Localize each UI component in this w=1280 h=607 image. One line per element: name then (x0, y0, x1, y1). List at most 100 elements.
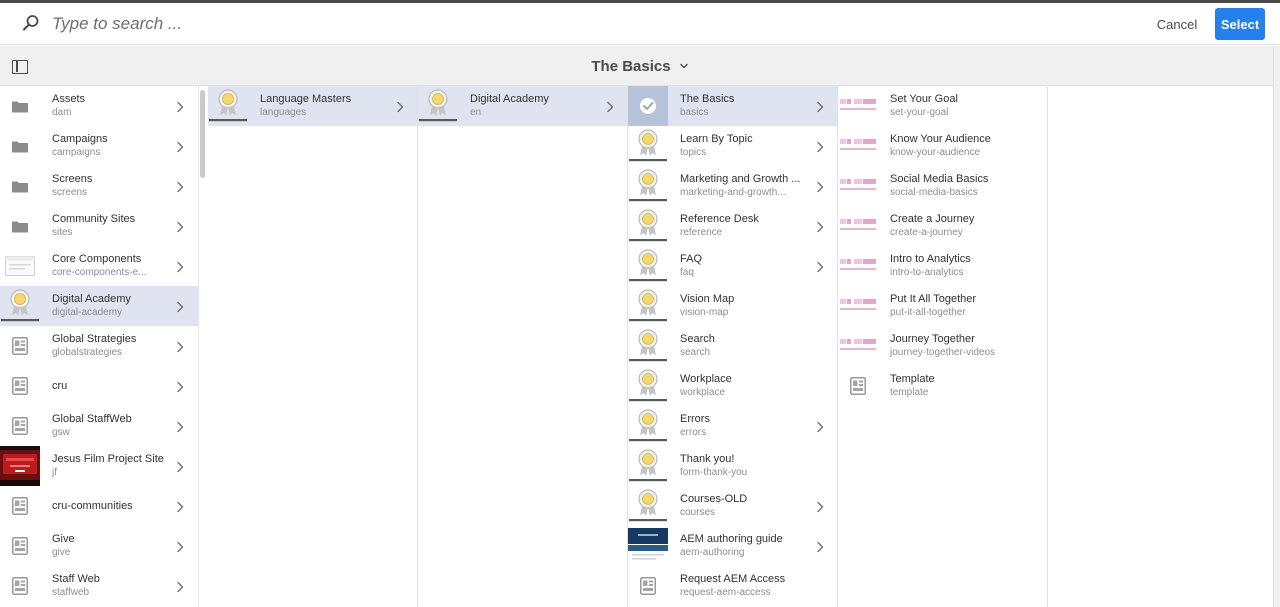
item-subtitle: search (680, 347, 711, 358)
item-title: Errors (680, 413, 710, 425)
column-item-request-aem-access[interactable]: Request AEM Access request-aem-access (628, 566, 837, 606)
chevron-right-icon[interactable] (176, 420, 184, 433)
column-item-cru-communities[interactable]: cru-communities (0, 486, 198, 526)
digital-academy-badge-icon (628, 446, 668, 486)
chevron-right-icon[interactable] (176, 300, 184, 313)
item-subtitle: form-thank-you (680, 467, 748, 478)
column-item-social-media-basics[interactable]: Social Media Basics social-media-basics (838, 166, 1047, 206)
column-item-courses-old[interactable]: Courses-OLD courses (628, 486, 837, 526)
column-item-jesus-film-project-site[interactable]: Jesus Film Project Site jf (0, 446, 198, 486)
item-subtitle: give (52, 547, 71, 558)
chevron-right-icon[interactable] (176, 100, 184, 113)
column-item-create-a-journey[interactable]: Create a Journey create-a-journey (838, 206, 1047, 246)
column-item-marketing-and-growth[interactable]: Marketing and Growth ... marketing-and-gr… (628, 166, 837, 206)
search-icon (23, 15, 39, 31)
search-input[interactable] (52, 11, 652, 37)
digital-academy-badge-icon (628, 206, 668, 246)
chevron-right-icon[interactable] (816, 220, 824, 233)
column-item-template[interactable]: Template template (838, 366, 1047, 406)
column-item-give[interactable]: Give give (0, 526, 198, 566)
scrollbar-thumb[interactable] (200, 90, 205, 178)
item-title: Thank you! (680, 453, 735, 465)
chevron-down-icon[interactable] (679, 61, 689, 71)
column-root: Assets dam Campaigns campaigns Screens screen… (0, 86, 198, 607)
column-item-aem-authoring-guide[interactable]: AEM authoring guide aem-authoring (628, 526, 837, 566)
digital-academy-badge-icon (628, 126, 668, 166)
chevron-right-icon[interactable] (176, 340, 184, 353)
item-subtitle: faq (680, 267, 694, 278)
chevron-right-icon[interactable] (176, 260, 184, 273)
column-item-community-sites[interactable]: Community Sites sites (0, 206, 198, 246)
item-title: Assets (52, 93, 86, 105)
chevron-right-icon[interactable] (606, 100, 614, 113)
column-item-intro-to-analytics[interactable]: Intro to Analytics intro-to-analytics (838, 246, 1047, 286)
chevron-right-icon[interactable] (176, 540, 184, 553)
column-item-digital-academy[interactable]: Digital Academy en (418, 86, 627, 126)
item-title: Jesus Film Project Site (52, 453, 164, 465)
column-item-screens[interactable]: Screens screens (0, 166, 198, 206)
folder-icon (0, 206, 40, 246)
column-item-errors[interactable]: Errors errors (628, 406, 837, 446)
digital-academy-badge-icon (628, 366, 668, 406)
page-icon (0, 366, 40, 406)
column-item-core-components[interactable]: Core Components core-components-e... (0, 246, 198, 286)
cancel-button[interactable]: Cancel (1150, 12, 1204, 36)
chevron-right-icon[interactable] (816, 500, 824, 513)
item-title: Set Your Goal (890, 93, 958, 105)
column-item-search[interactable]: Search search (628, 326, 837, 366)
column-item-staff-web[interactable]: Staff Web staffweb (0, 566, 198, 606)
chevron-right-icon[interactable] (176, 180, 184, 193)
column-item-know-your-audience[interactable]: Know Your Audience know-your-audience (838, 126, 1047, 166)
column-item-global-staffweb[interactable]: Global StaffWeb gsw (0, 406, 198, 446)
column-item-workplace[interactable]: Workplace workplace (628, 366, 837, 406)
chevron-right-icon[interactable] (176, 380, 184, 393)
item-title: Staff Web (52, 573, 100, 585)
chevron-right-icon[interactable] (176, 460, 184, 473)
column-item-learn-by-topic[interactable]: Learn By Topic topics (628, 126, 837, 166)
column-digital-academy: Language Masters languages (208, 86, 418, 607)
page-title[interactable]: The Basics (591, 58, 670, 75)
item-title: Request AEM Access (680, 573, 786, 585)
chevron-right-icon[interactable] (816, 100, 824, 113)
chevron-right-icon[interactable] (816, 540, 824, 553)
column-item-put-it-all-together[interactable]: Put It All Together put-it-all-together (838, 286, 1047, 326)
column-item-thank-you[interactable]: Thank you! form-thank-you (628, 446, 837, 486)
digital-academy-badge-icon (628, 486, 668, 526)
column-item-journey-together[interactable]: Journey Together journey-together-videos (838, 326, 1047, 366)
chevron-right-icon[interactable] (176, 580, 184, 593)
column-item-reference-desk[interactable]: Reference Desk reference (628, 206, 837, 246)
chevron-right-icon[interactable] (396, 100, 404, 113)
item-subtitle: languages (260, 107, 307, 118)
column-item-set-your-goal[interactable]: Set Your Goal set-your-goal (838, 86, 1047, 126)
column-item-digital-academy[interactable]: Digital Academy digital-academy (0, 286, 198, 326)
page-icon (628, 566, 668, 606)
column-item-the-basics[interactable]: The Basics basics (628, 86, 837, 126)
column-item-language-masters[interactable]: Language Masters languages (208, 86, 417, 126)
column-item-faq[interactable]: FAQ faq (628, 246, 837, 286)
item-subtitle: marketing-and-growth... (680, 187, 786, 198)
chevron-right-icon[interactable] (176, 140, 184, 153)
digital-academy-badge-icon (628, 406, 668, 446)
item-subtitle: know-your-audience (890, 147, 981, 158)
chevron-right-icon[interactable] (816, 420, 824, 433)
search-bar: Cancel Select (0, 3, 1280, 45)
column-item-vision-map[interactable]: Vision Map vision-map (628, 286, 837, 326)
chevron-right-icon[interactable] (176, 220, 184, 233)
chevron-right-icon[interactable] (816, 140, 824, 153)
item-title: Core Components (52, 253, 142, 265)
column-item-cru[interactable]: cru (0, 366, 198, 406)
chevron-right-icon[interactable] (816, 260, 824, 273)
column-item-global-strategies[interactable]: Global Strategies globalstrategies (0, 326, 198, 366)
item-subtitle: globalstrategies (52, 347, 123, 358)
item-subtitle: basics (680, 107, 709, 118)
item-title: Know Your Audience (890, 133, 991, 145)
item-title: Campaigns (52, 133, 108, 145)
column-item-campaigns[interactable]: Campaigns campaigns (0, 126, 198, 166)
column-item-assets[interactable]: Assets dam (0, 86, 198, 126)
select-button[interactable]: Select (1215, 8, 1265, 40)
chevron-right-icon[interactable] (176, 500, 184, 513)
item-title: Journey Together (890, 333, 975, 345)
chevron-right-icon[interactable] (816, 180, 824, 193)
column-the-basics: Set Your Goal set-your-goal Know Your Audi… (838, 86, 1048, 607)
item-subtitle: intro-to-analytics (890, 267, 964, 278)
